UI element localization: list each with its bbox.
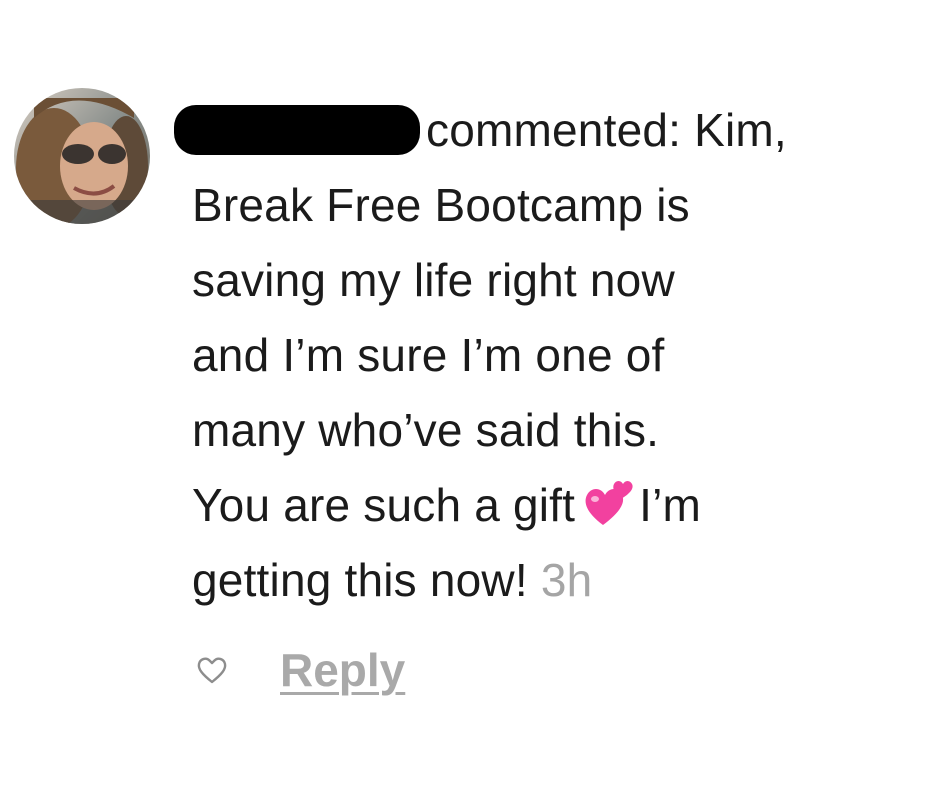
comment-line-3: saving my life right now [192, 254, 675, 306]
comment-actions: Reply [196, 640, 405, 700]
comment-line-6-start: You are such a gift [192, 479, 576, 531]
heart-outline-icon[interactable] [196, 654, 228, 686]
comment-line-7-text: getting this now! [192, 554, 528, 606]
avatar[interactable] [14, 88, 150, 224]
comment-line-2: Break Free Bootcamp is [192, 179, 690, 231]
two-hearts-icon [581, 475, 637, 531]
comment-line-1: commented: Kim, [174, 93, 922, 168]
timestamp: 3h [540, 554, 593, 606]
comment-line-6-end: I’m [639, 479, 702, 531]
avatar-photo [14, 88, 150, 224]
reply-link[interactable]: Reply [280, 643, 405, 697]
comment-line-4: and I’m sure I’m one of [192, 329, 665, 381]
comment-line-5: many who’ve said this. [192, 404, 660, 456]
comment-text: commented: Kim, Break Free Bootcamp is s… [174, 93, 922, 618]
comment-line-6: You are such a gift I’m [192, 468, 922, 543]
comment-line-7: getting this now! 3h [192, 543, 922, 618]
redacted-username [174, 105, 420, 155]
commented-label: commented: Kim, [426, 104, 787, 156]
